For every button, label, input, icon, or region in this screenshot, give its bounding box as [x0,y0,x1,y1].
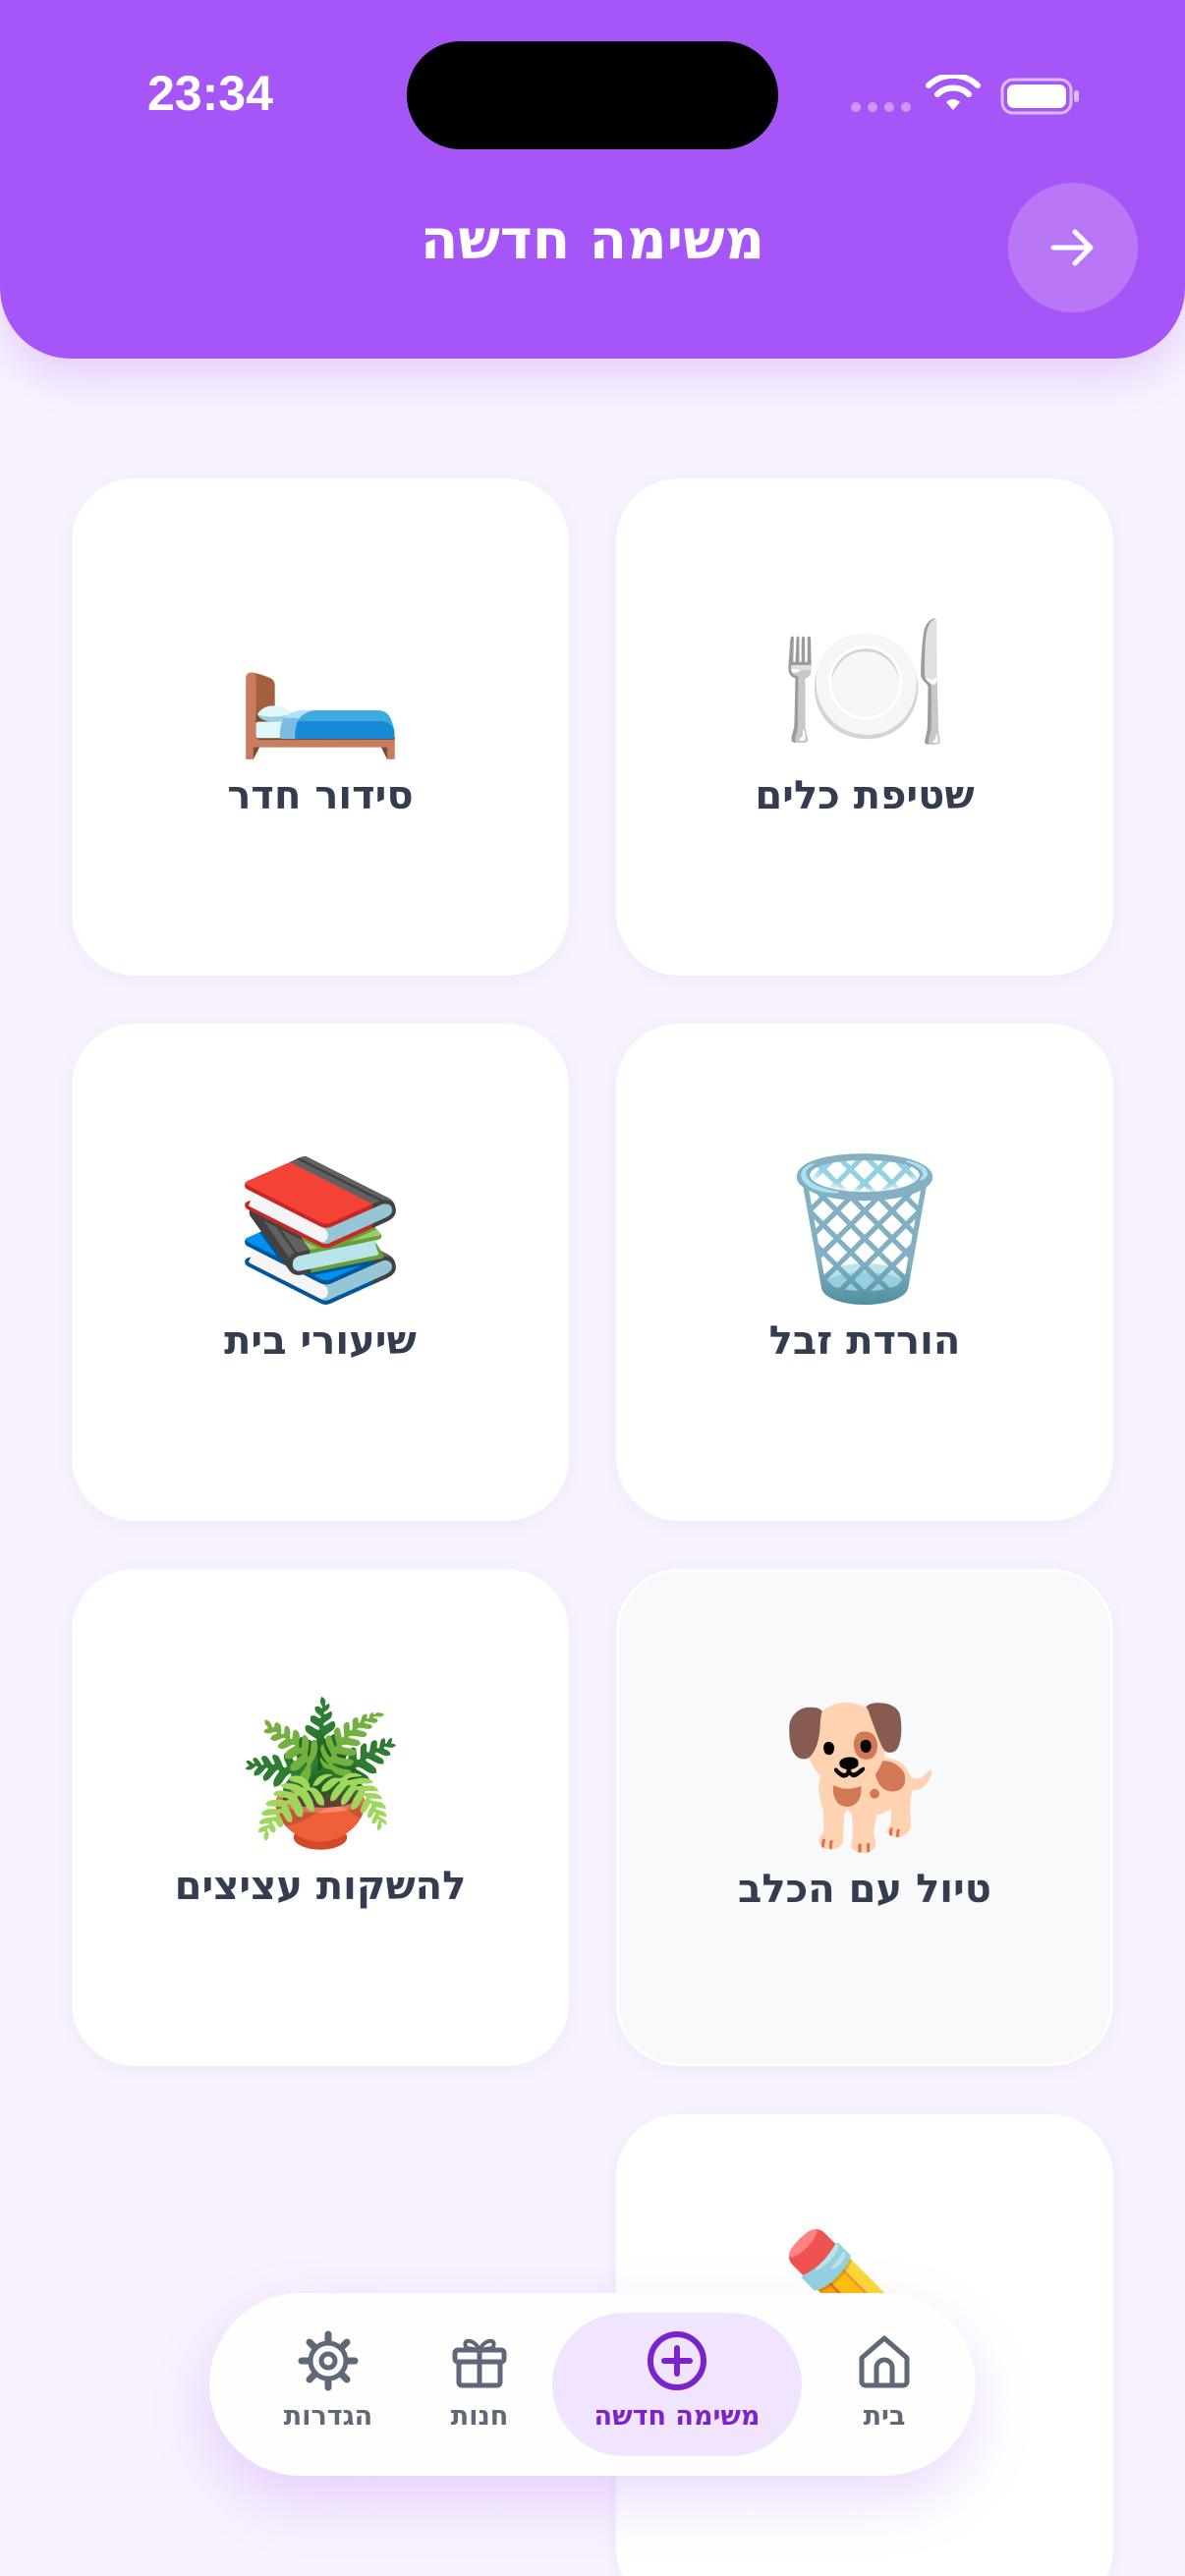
page-title: משימה חדשה [420,208,765,272]
task-label: להשקות עציצים [174,1864,467,1909]
task-tile-plants[interactable]: 🪴 להשקות עציצים [72,1569,569,2066]
plus-circle-icon [648,2331,706,2390]
task-tile-homework[interactable]: 📚 שיעורי בית [72,1024,569,1521]
trash-icon: 🗑️ [778,1149,951,1310]
task-tile-trash[interactable]: 🗑️ הורדת זבל [616,1024,1113,1521]
status-time: 23:34 [147,66,273,121]
plate-icon: 🍽️ [778,604,951,764]
task-tile-dog-walk[interactable]: 🐕 טיול עם הכלב [616,1569,1113,2066]
task-label: הורדת זבל [768,1318,961,1364]
nav-home[interactable]: בית [815,2313,954,2456]
task-label: שטיפת כלים [755,773,975,818]
nav-new-task[interactable]: משימה חדשה [552,2313,802,2456]
arrow-right-icon [1050,229,1094,266]
nav-home-label: בית [863,2401,906,2432]
nav-settings-label: הגדרות [283,2401,373,2432]
dynamic-island [407,41,778,149]
nav-settings[interactable]: הגדרות [254,2313,402,2456]
gear-icon [298,2330,359,2391]
battery-icon [1000,78,1079,115]
books-icon: 📚 [234,1149,407,1310]
bed-icon: 🛏️ [234,604,407,764]
back-button[interactable] [1008,183,1138,312]
task-tile-room[interactable]: 🛏️ סידור חדר [72,478,569,976]
bottom-nav: בית משימה חדשה חנות הגדרות [209,2293,976,2476]
dog-icon: 🐕 [778,1698,951,1858]
task-label: טיול עם הכלב [738,1867,991,1912]
signal-icon [851,102,911,112]
header: 23:34 משימה חדשה [0,0,1185,359]
wifi-icon [926,75,981,110]
task-tile-dishes[interactable]: 🍽️ שטיפת כלים [616,478,1113,976]
nav-shop[interactable]: חנות [418,2313,541,2456]
task-label: שיעורי בית [224,1318,417,1364]
plant-icon: 🪴 [234,1695,407,1855]
task-label: סידור חדר [227,773,414,818]
nav-shop-label: חנות [450,2401,509,2432]
nav-new-task-label: משימה חדשה [593,2401,761,2432]
gift-icon [452,2338,507,2388]
home-icon [859,2335,910,2388]
